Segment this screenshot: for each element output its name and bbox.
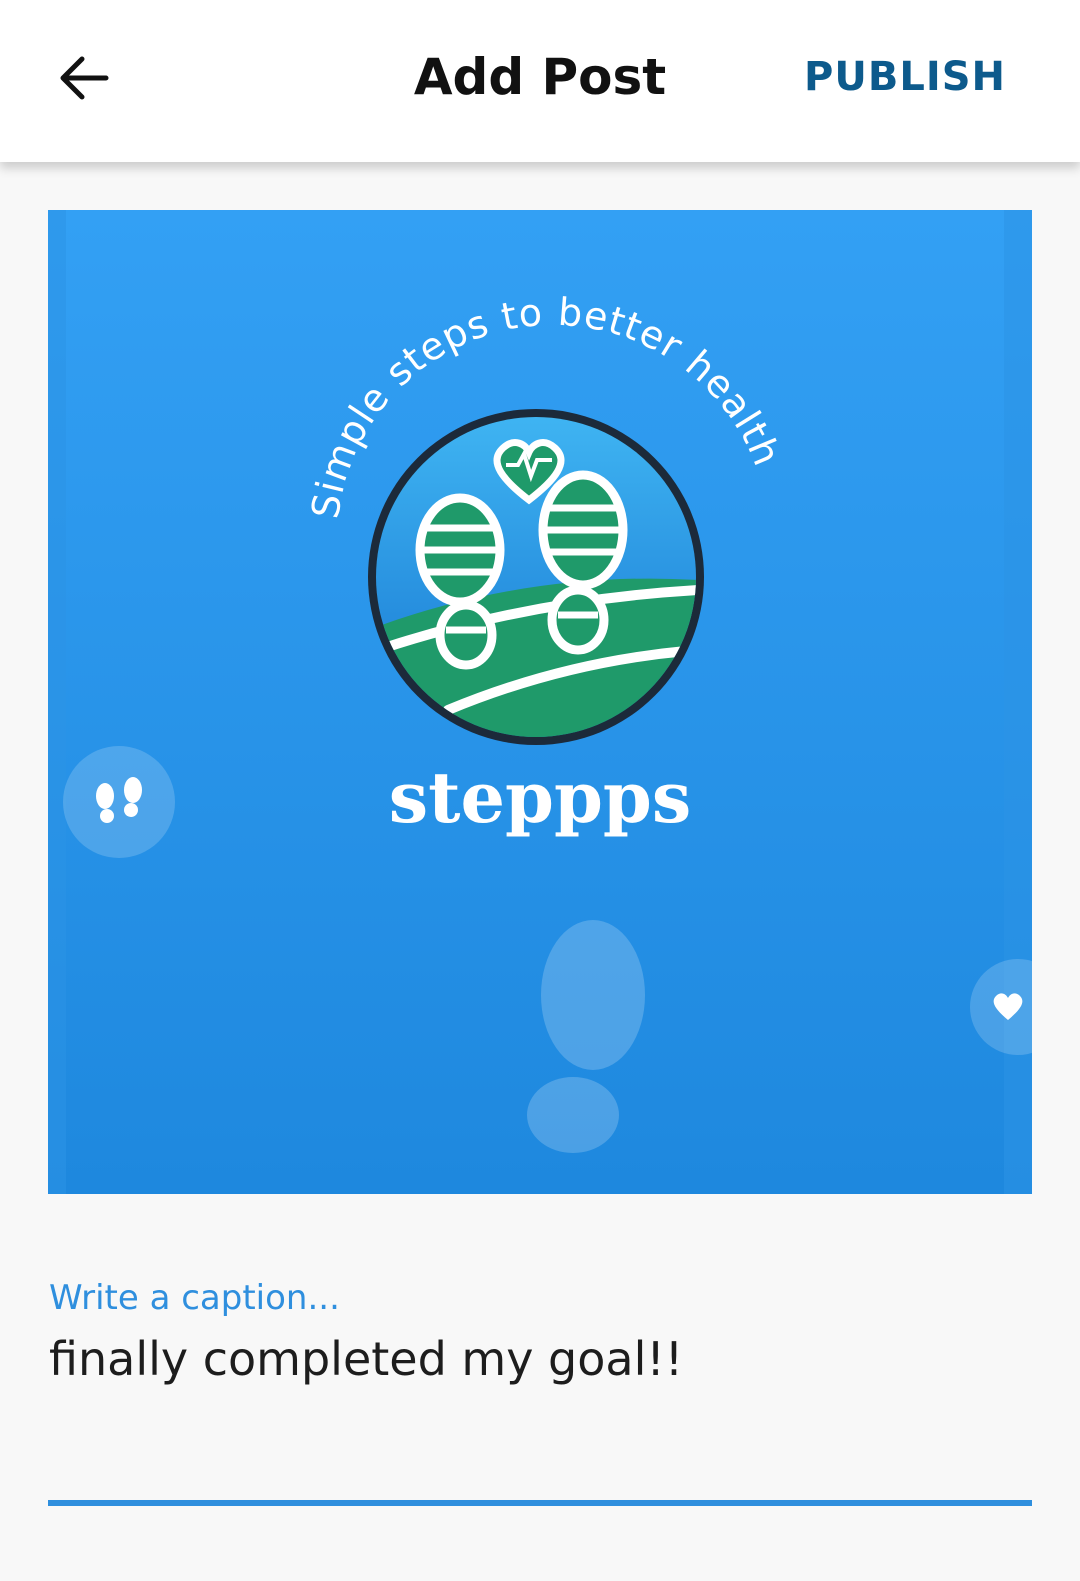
brand-name: steppps xyxy=(389,756,692,839)
footsteps-bubble-icon xyxy=(63,746,175,858)
post-image-artwork: Simple steps to better health steppps xyxy=(48,210,1032,1194)
caption-label: Write a caption... xyxy=(49,1278,340,1318)
caption-input[interactable]: finally completed my goal!! xyxy=(49,1332,1033,1492)
publish-button[interactable]: PUBLISH xyxy=(804,54,1006,100)
caption-underline xyxy=(48,1500,1032,1506)
arrow-left-icon xyxy=(60,56,109,100)
post-image[interactable]: Simple steps to better health steppps xyxy=(48,210,1032,1194)
back-button[interactable] xyxy=(48,42,120,114)
app-bar: Add Post PUBLISH xyxy=(0,0,1080,162)
